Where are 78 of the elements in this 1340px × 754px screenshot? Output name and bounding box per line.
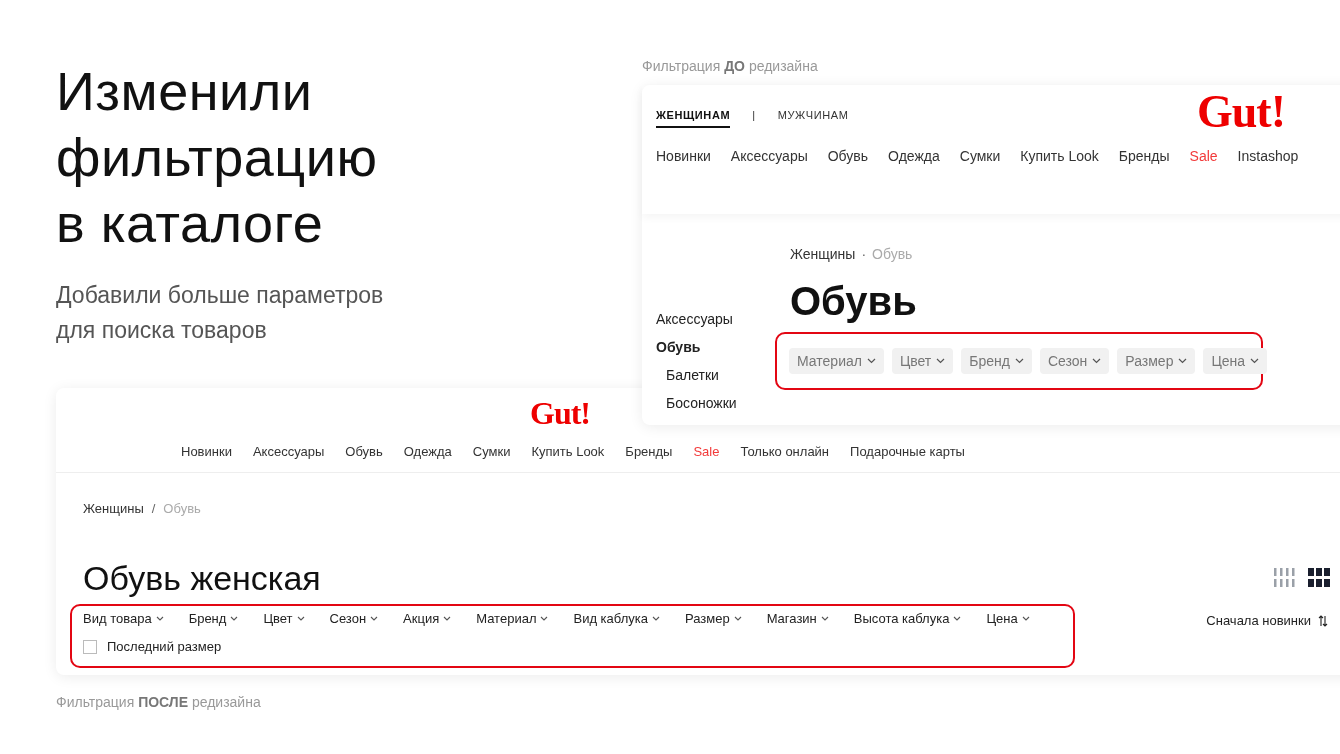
dense-grid-view-icon[interactable] [1274,568,1296,588]
filter-dropdown[interactable]: Цвет [891,348,954,374]
nav-link[interactable]: Одежда [403,444,452,459]
filter-dropdown[interactable]: Сезон [1039,348,1110,374]
nav-link[interactable]: Купить Look [531,444,605,459]
chevron-down-icon [1021,616,1030,621]
site-logo[interactable]: Gut! [1197,87,1285,137]
chevron-down-icon [155,616,164,621]
sort-arrows-icon [1318,614,1328,627]
chevron-down-icon [936,358,946,364]
nav-link[interactable]: Сумки [472,444,511,459]
page-heading: Обувь [790,278,918,325]
filter-dropdown[interactable]: Размер [684,611,742,626]
gender-tab[interactable]: МУЖЧИНАМ [777,109,849,128]
nav-link[interactable]: Sale [1189,148,1218,164]
chevron-down-icon [1014,358,1024,364]
screenshot-caption: Фильтрация ПОСЛЕ редизайна [56,694,261,710]
screenshot-caption: Фильтрация ДО редизайна [642,58,818,74]
filter-dropdown[interactable]: Сезон [329,611,379,626]
chevron-down-icon [651,616,660,621]
chevron-down-icon [820,616,829,621]
breadcrumb-link[interactable]: Женщины [83,501,144,516]
filter-dropdown[interactable]: Материал [789,348,884,374]
sort-dropdown[interactable]: Сначала новинки [1206,613,1328,628]
breadcrumb-link[interactable]: Женщины [790,246,856,262]
filter-dropdown[interactable]: Магазин [766,611,829,626]
chevron-down-icon [370,616,379,621]
nav-link[interactable]: Новинки [181,444,232,459]
nav-link[interactable]: Новинки [656,148,711,164]
filter-dropdown[interactable]: Вид товара [83,611,164,626]
chevron-down-icon [296,616,305,621]
breadcrumb-separator: / [151,501,156,516]
nav-link[interactable]: Сумки [959,148,1001,164]
filter-dropdown[interactable]: Высота каблука [853,611,962,626]
chevron-down-icon [953,616,962,621]
slide-subtitle: Добавили больше параметров для поиска товаров [56,281,384,345]
chevron-down-icon [866,358,876,364]
nav-link[interactable]: Только онлайн [740,444,830,459]
category-link[interactable]: Аксессуары [656,310,790,329]
filter-dropdown[interactable]: Бренд [188,611,239,626]
chevron-down-icon [540,616,549,621]
chevron-down-icon [1178,358,1188,364]
page-heading: Обувь женская [83,558,321,598]
chevron-down-icon [443,616,452,621]
filter-dropdown[interactable]: Материал [476,611,549,626]
nav-link[interactable]: Бренды [625,444,673,459]
filter-dropdown[interactable]: Цвет [263,611,305,626]
subcategory-link[interactable]: Босоножки [656,394,790,413]
nav-link[interactable]: Аксессуары [730,148,808,164]
nav-link[interactable]: Купить Look [1020,148,1099,164]
nav-link[interactable]: Подарочные карты [850,444,965,459]
breadcrumb-separator: · [861,246,867,262]
slide-title: Изменили фильтрацию в каталоге [56,60,379,255]
filter-dropdown[interactable]: Цена [1203,348,1268,374]
checkbox[interactable] [83,639,97,654]
tab-separator: | [752,109,756,123]
gender-tab[interactable]: ЖЕНЩИНАМ [656,109,731,128]
filter-dropdown[interactable]: Размер [1117,348,1196,374]
filter-dropdown[interactable]: Вид каблука [573,611,660,626]
subcategory-link[interactable]: Балетки [656,366,790,385]
nav-link[interactable]: Бренды [1118,148,1170,164]
site-logo[interactable]: Gut! [530,395,590,431]
nav-link[interactable]: Одежда [888,148,940,164]
chevron-down-icon [733,616,742,621]
chevron-down-icon [230,616,239,621]
nav-link[interactable]: Sale [693,444,720,459]
grid-view-icon[interactable] [1308,568,1330,588]
nav-link[interactable]: Обувь [827,148,869,164]
nav-link[interactable]: Instashop [1237,148,1299,164]
category-link[interactable]: Обувь [656,338,790,357]
checkbox-label: Последний размер [107,639,222,654]
chevron-down-icon [1250,358,1260,364]
chevron-down-icon [1092,358,1102,364]
nav-link[interactable]: Обувь [345,444,383,459]
filter-dropdown[interactable]: Акция [403,611,452,626]
filter-dropdown[interactable]: Бренд [961,348,1032,374]
filter-dropdown[interactable]: Цена [986,611,1030,626]
nav-link[interactable]: Аксессуары [252,444,325,459]
